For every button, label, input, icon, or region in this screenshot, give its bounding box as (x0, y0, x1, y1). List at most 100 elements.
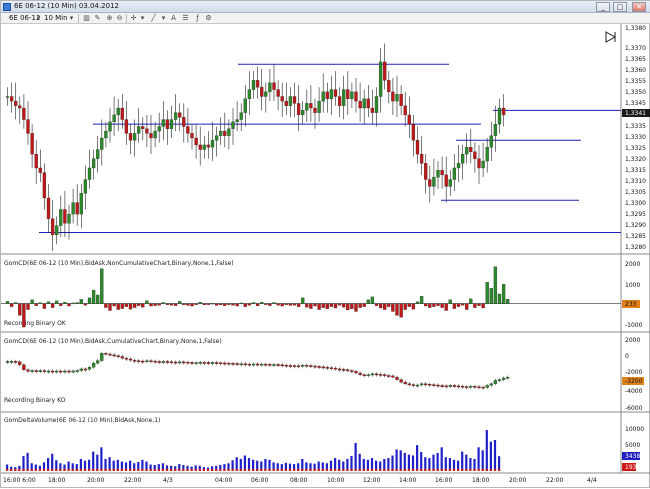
volume-bar-base (153, 469, 156, 471)
cd-bar (9, 303, 14, 307)
volume-bar-base (416, 469, 419, 471)
cum-bar (481, 386, 485, 389)
candle (91, 158, 96, 169)
volume-bar-base (317, 469, 320, 471)
candle (173, 112, 178, 120)
autoscroll-icon[interactable] (605, 31, 617, 43)
cum-bar (165, 361, 170, 363)
cum-bar (288, 365, 293, 367)
cum-bar (190, 362, 194, 364)
volume-bar-base (342, 469, 345, 471)
cd-bar (497, 293, 502, 304)
cd-bar (342, 303, 346, 308)
cum-bar (46, 370, 51, 373)
cd-bar (22, 303, 26, 328)
cd-bar (301, 297, 305, 304)
cum-bar (186, 361, 190, 364)
cum-bar (317, 366, 321, 368)
candle (337, 96, 342, 106)
candle (63, 209, 67, 224)
volume-bar-base (100, 469, 103, 471)
candle (104, 130, 108, 139)
cd-bar (214, 303, 219, 306)
cd-bar (292, 303, 297, 306)
volume-bar (420, 452, 423, 471)
cum-bar (497, 379, 502, 381)
cd-bar (186, 303, 190, 306)
candle (501, 107, 506, 116)
price-label: 1,3380 (625, 25, 646, 32)
volume-bar-base (145, 469, 148, 471)
cum-bar (231, 363, 235, 365)
cd-bar (399, 303, 403, 318)
volume-bar-base (284, 469, 287, 471)
dv-value-label-2: 193 (625, 464, 637, 471)
cum-axis-label: -4000 (625, 388, 643, 395)
time-axis-start: 16:00 6:00 (3, 477, 36, 484)
cum-bar (309, 365, 313, 367)
candle (378, 61, 383, 97)
chart-canvas[interactable]: GomCD(6E 06-12 (10 Min),BidAsk,NonCumula… (1, 1, 650, 489)
volume-bar-base (325, 469, 328, 471)
candle (198, 144, 202, 150)
cum-bar (255, 363, 260, 366)
cd-bar (485, 282, 489, 304)
volume-bar-base (55, 469, 58, 471)
candle (350, 91, 354, 99)
volume-bar-base (305, 469, 308, 471)
candle (235, 119, 239, 123)
volume-bar-base (313, 469, 316, 471)
cum-bar (67, 370, 71, 373)
volume-bar-base (334, 469, 337, 471)
price-label: 1,3305 (625, 189, 646, 196)
cum-bar (178, 361, 182, 364)
candle (247, 89, 252, 99)
volume-bar-base (182, 469, 185, 471)
volume-bar-base (346, 469, 349, 471)
candle (395, 94, 399, 102)
time-label: 16:00 (435, 477, 452, 484)
candle (231, 121, 235, 129)
cum-bar (292, 365, 297, 367)
time-label: 22:00 (124, 477, 141, 484)
time-label: 4/4 (587, 477, 597, 484)
price-label: 1,3350 (625, 89, 646, 96)
candle (251, 80, 256, 90)
panel-1-footer: Recording Binary OK (4, 320, 67, 327)
volume-bar-base (293, 469, 296, 471)
candle (325, 91, 329, 99)
cd-bar (378, 303, 383, 309)
volume-bar-base (10, 469, 13, 471)
cd-bar (366, 299, 370, 304)
candle (255, 80, 260, 88)
cum-bar (321, 366, 325, 369)
volume-bar-base (358, 469, 361, 471)
cum-bar (227, 362, 231, 365)
volume-bar-base (489, 469, 492, 471)
volume-bar (411, 455, 415, 471)
cd-bar (317, 303, 321, 310)
cd-bar (321, 303, 325, 308)
cd-bar (247, 303, 252, 306)
volume-bar-base (498, 469, 501, 471)
volume-bar (436, 452, 439, 471)
volume-bar-base (129, 469, 132, 471)
cd-bar (350, 303, 354, 309)
candle (403, 105, 407, 116)
cd-bar (280, 303, 284, 307)
volume-bar (243, 455, 246, 471)
cum-bar (18, 361, 22, 365)
cd-bar (190, 303, 194, 307)
volume-bar-base (83, 469, 87, 471)
cum-bar (264, 363, 268, 366)
cd-bar (436, 303, 440, 306)
price-label: 1,3285 (625, 233, 646, 240)
volume-bar-base (457, 469, 460, 471)
cd-bar (42, 303, 47, 309)
volume-bar-base (350, 469, 353, 471)
volume-bar-base (420, 469, 423, 471)
cd-bar (424, 303, 428, 307)
volume-bar-base (165, 469, 169, 471)
cum-bar (268, 364, 272, 366)
cum-bar (34, 370, 38, 372)
